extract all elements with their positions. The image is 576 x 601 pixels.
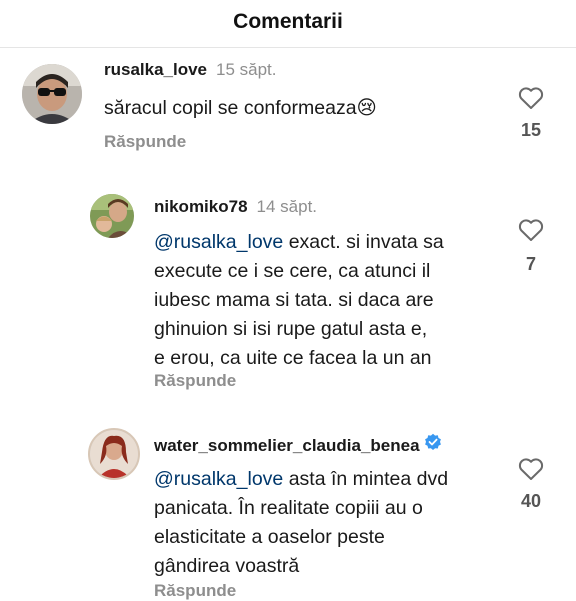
heart-outline-icon[interactable]	[518, 218, 544, 242]
username[interactable]: nikomiko78	[154, 197, 248, 217]
avatar[interactable]	[88, 428, 140, 480]
reply-button[interactable]: Răspunde	[154, 371, 236, 391]
header-divider	[0, 47, 576, 48]
verified-badge-icon	[424, 433, 441, 450]
comment-meta: water_sommelier_claudia_benea	[154, 433, 442, 456]
comment-line-5: e erou, ca uite ce facea la un an	[154, 347, 432, 369]
comment-line-1: @rusalka_love exact. si invata sa	[154, 231, 444, 253]
like-count: 7	[525, 254, 536, 274]
comment-meta: rusalka_love 15 săpt.	[104, 60, 277, 80]
comment-line-4: ghinuion si isi rupe gatul asta e,	[154, 318, 428, 340]
comment-line-2: panicata. În realitate copiii au o	[154, 497, 423, 519]
avatar[interactable]	[22, 64, 82, 124]
avatar[interactable]	[90, 194, 134, 238]
comment-text: @rusalka_love asta în mintea dvd panicat…	[154, 465, 494, 581]
reply-button[interactable]: Răspunde	[104, 132, 186, 152]
username[interactable]: water_sommelier_claudia_benea	[154, 436, 420, 456]
mention-link[interactable]: @rusalka_love	[154, 468, 283, 490]
page-title: Comentarii	[233, 10, 343, 33]
header: Comentarii	[0, 0, 576, 44]
comment-text: @rusalka_love exact. si invata sa execut…	[154, 228, 494, 373]
timestamp: 14 săpt.	[256, 197, 318, 216]
comment-line-3: iubesc mama si tata. si daca are	[154, 289, 434, 311]
comment-text: săracul copil se conformeaza😢	[104, 97, 377, 119]
like-count: 40	[520, 491, 542, 511]
comment-line-2: execute ce i se cere, ca atunci il	[154, 260, 431, 282]
username[interactable]: rusalka_love	[104, 60, 207, 80]
timestamp: 15 săpt.	[216, 60, 277, 79]
heart-outline-icon[interactable]	[518, 86, 544, 110]
heart-outline-icon[interactable]	[518, 457, 544, 481]
comment-line-4: gândirea voastră	[154, 555, 300, 577]
comment-meta: nikomiko78 14 săpt.	[154, 197, 317, 217]
comment-line-1: @rusalka_love asta în mintea dvd	[154, 468, 449, 490]
reply-button[interactable]: Răspunde	[154, 581, 236, 601]
like-count: 15	[520, 120, 542, 140]
mention-link[interactable]: @rusalka_love	[154, 231, 283, 253]
comment-line-3: elasticitate a oaselor peste	[154, 526, 385, 548]
